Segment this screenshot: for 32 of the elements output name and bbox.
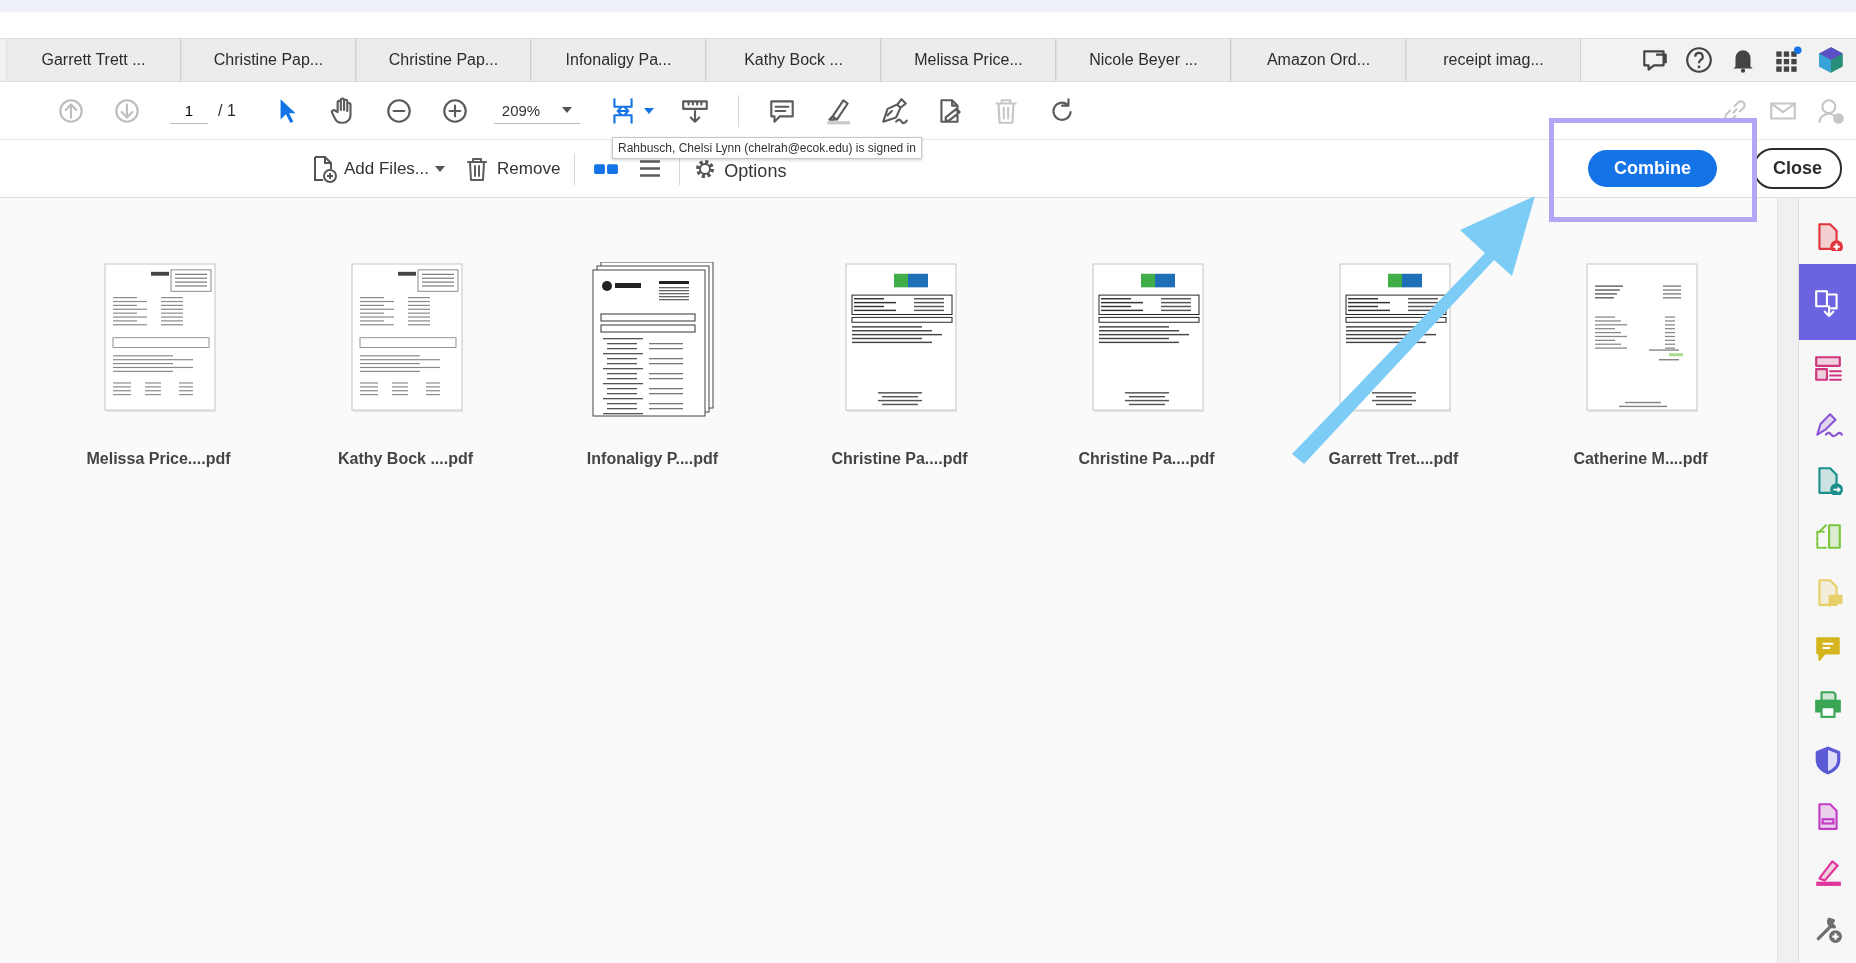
caret-icon (644, 107, 655, 114)
document-tab[interactable]: Nicole Beyer ... (1056, 39, 1231, 81)
file-name: Catherine M....pdf (1573, 450, 1708, 468)
remove-button[interactable]: Remove (459, 150, 565, 187)
document-tab[interactable]: Kathy Bock ... (706, 39, 881, 81)
document-tab[interactable]: Melissa Price... (881, 39, 1056, 81)
combine-button[interactable]: Combine (1587, 150, 1717, 187)
caret-icon (435, 165, 446, 172)
combine-tool-button[interactable] (1799, 264, 1856, 340)
help-icon[interactable] (1684, 45, 1714, 75)
signed-in-tooltip: Rahbusch, Chelsi Lynn (chelrah@ecok.edu) is signed in (612, 137, 922, 159)
file-name: Kathy Bock ....pdf (337, 450, 474, 468)
file-name: Garrett Tret....pdf (1328, 450, 1459, 468)
page-total: / 1 (218, 101, 236, 120)
list-icon (639, 160, 662, 177)
page-number-field[interactable]: 1 (170, 97, 208, 124)
zoom-dropdown[interactable]: 209% (493, 97, 581, 124)
grid-icon (593, 162, 620, 175)
caret-icon (562, 107, 573, 113)
document-tab[interactable]: Amazon Ord... (1231, 39, 1406, 81)
sign-icon (879, 95, 910, 126)
document-tab[interactable]: Infonaligy Pa... (531, 39, 706, 81)
document-tab[interactable]: receipt imag... (1406, 39, 1581, 81)
document-tab[interactable]: Christine Pap... (181, 39, 356, 81)
file-name: Christine Pa....pdf (1078, 450, 1215, 468)
file-name: Christine Pa....pdf (831, 450, 968, 468)
add-files-button[interactable]: Add Files... (306, 150, 450, 187)
file-name: Infonaligy P....pdf (586, 450, 719, 468)
profile-cube-icon[interactable] (1816, 45, 1846, 75)
file-name: Melissa Price....pdf (86, 450, 231, 468)
document-tab[interactable]: Christine Pap... (356, 39, 531, 81)
document-tab[interactable]: Garrett Trett ... (6, 39, 181, 81)
